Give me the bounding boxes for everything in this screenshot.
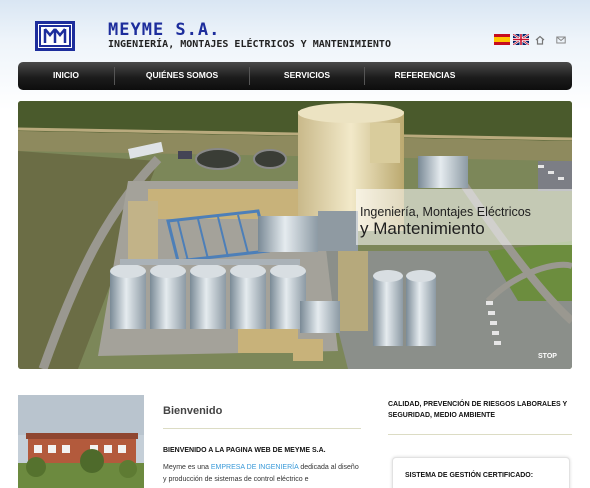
nav-servicios[interactable]: SERVICIOS (250, 62, 364, 90)
welcome-divider (163, 428, 361, 429)
nav-referencias[interactable]: REFERENCIAS (365, 62, 485, 90)
welcome-text-start: Meyme es una (163, 464, 211, 471)
logo-mark-icon (39, 25, 71, 47)
brand-title: MEYME S.A. (108, 20, 221, 40)
uk-flag-icon[interactable] (513, 34, 529, 45)
home-icon[interactable] (535, 35, 545, 45)
meyme-logo[interactable] (35, 21, 75, 51)
certification-box: SISTEMA DE GESTIÓN CERTIFICADO: (392, 457, 570, 488)
quality-divider (388, 434, 572, 435)
engineering-company-link[interactable]: EMPRESA DE INGENIERÍA (211, 464, 299, 471)
hero-caption-line2: y Mantenimiento (360, 219, 485, 238)
welcome-title: Bienvenido (163, 405, 223, 417)
main-nav: INICIO QUIÉNES SOMOS SERVICIOS REFERENCI… (18, 62, 572, 90)
welcome-paragraph: Meyme es una EMPRESA DE INGENIERÍA dedic… (163, 462, 359, 486)
welcome-heading: BIENVENIDO A LA PAGINA WEB DE MEYME S.A. (163, 447, 326, 454)
mail-icon[interactable] (556, 35, 566, 45)
hero-caption-line1: Ingeniería, Montajes Eléctricos (360, 205, 531, 219)
es-flag-icon[interactable] (494, 34, 510, 45)
certification-title: SISTEMA DE GESTIÓN CERTIFICADO: (405, 472, 534, 479)
nav-inicio[interactable]: INICIO (18, 62, 114, 90)
brand-subtitle: INGENIERÍA, MONTAJES ELÉCTRICOS Y MANTEN… (108, 39, 391, 50)
building-photo (18, 395, 144, 488)
quality-heading: CALIDAD, PREVENCIÓN DE RIESGOS LABORALES… (388, 401, 568, 419)
hero-slideshow: Ingeniería, Montajes Eléctricos y Manten… (18, 101, 572, 369)
slideshow-stop-button[interactable]: STOP (538, 353, 557, 360)
nav-quienes-somos[interactable]: QUIÉNES SOMOS (115, 62, 249, 90)
